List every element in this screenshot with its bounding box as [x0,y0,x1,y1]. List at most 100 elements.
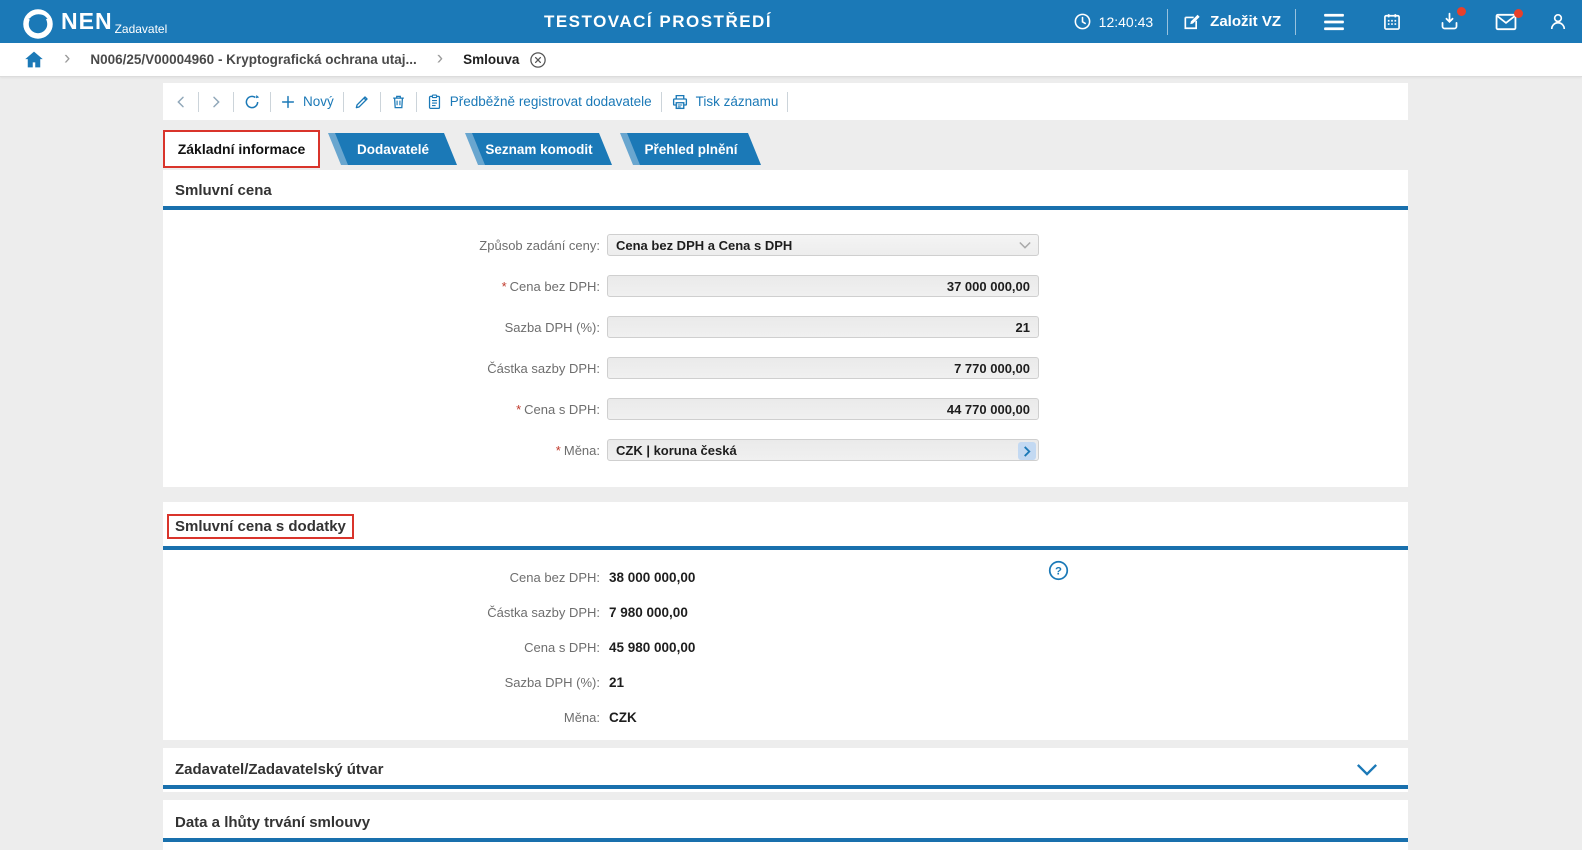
expand-section-button[interactable] [1356,763,1378,776]
register-supplier-button[interactable]: Předběžně registrovat dodavatele [426,93,652,111]
new-record-button[interactable]: Nový [280,94,334,110]
divider [198,92,199,112]
menu-button[interactable] [1323,13,1345,31]
edit-button[interactable] [353,93,371,111]
home-icon [24,50,44,69]
field-label: Cena bez DPH: [510,279,600,294]
field-value: CZK [609,710,637,725]
chevron-right-icon [1023,446,1031,457]
field-label: Způsob zadání ceny: [479,238,600,253]
field-cena-s-dph: *Cena s DPH: 44 770 000,00 [163,398,1408,420]
divider [1295,9,1296,35]
trash-icon [390,93,407,111]
download-icon [1439,11,1460,32]
section-title: Data a lhůty trvání smlouvy [175,814,370,831]
section-title: Zadavatel/Zadavatelský útvar [175,761,383,778]
calendar-button[interactable] [1382,12,1402,32]
refresh-button[interactable] [243,93,261,111]
chevron-right-icon: › [64,49,70,71]
nen-logo-icon [22,8,54,40]
chevron-right-icon [208,94,224,110]
section-data-lhuty: Data a lhůty trvání smlouvy [163,800,1408,850]
field-value: 7 980 000,00 [609,605,688,620]
clock-icon [1073,12,1092,31]
nav-back-button[interactable] [173,94,189,110]
pencil-icon [353,93,371,111]
tab-prehled-plneni[interactable]: Přehled plnění [627,133,761,165]
person-icon [1548,11,1568,32]
svg-text:?: ? [1055,565,1062,577]
clipboard-icon [426,93,443,111]
section-underline [163,785,1408,789]
breadcrumb: › N006/25/V00004960 - Kryptografická och… [0,43,1582,77]
hamburger-icon [1323,13,1345,31]
profile-button[interactable] [1548,11,1568,32]
chevron-down-icon [1356,763,1378,776]
field-label: Cena bez DPH: [163,570,600,585]
section-title: Smluvní cena [175,182,272,199]
divider [661,92,662,112]
field-cena-bez-dph: *Cena bez DPH: 37 000 000,00 [163,275,1408,297]
chevron-left-icon [173,94,189,110]
printer-icon [671,93,689,111]
section-title: Smluvní cena s dodatky [167,514,354,539]
divider [233,92,234,112]
field-value: 45 980 000,00 [609,640,695,655]
chevron-down-icon [1019,241,1031,250]
readonly-row: Měna: CZK [163,708,1408,726]
zpusob-zadani-ceny-select[interactable]: Cena bez DPH a Cena s DPH [607,234,1039,256]
castka-sazby-dph-input[interactable]: 7 770 000,00 [607,357,1039,379]
field-label: Cena s DPH: [524,402,600,417]
nen-logo[interactable]: NEN Zadavatel [22,4,167,40]
plus-icon [280,94,296,110]
top-app-bar: NEN Zadavatel TESTOVACÍ PROSTŘEDÍ 12:40:… [0,0,1582,43]
sazba-dph-input[interactable]: 21 [607,316,1039,338]
close-circle-icon [529,51,547,69]
divider [343,92,344,112]
readonly-row: Sazba DPH (%): 21 [163,673,1408,691]
cena-s-dph-input[interactable]: 44 770 000,00 [607,398,1039,420]
readonly-row: Částka sazby DPH: 7 980 000,00 [163,603,1408,621]
compose-icon [1182,12,1202,32]
tab-dodavatele[interactable]: Dodavatelé [335,133,457,165]
home-button[interactable] [24,50,44,69]
downloads-button[interactable] [1439,11,1460,32]
tab-zakladni-informace[interactable]: Základní informace [163,130,320,168]
print-button[interactable]: Tisk záznamu [671,93,779,111]
section-smluvni-cena: Smluvní cena Způsob zadání ceny: Cena be… [163,170,1408,487]
field-zpusob-zadani-ceny: Způsob zadání ceny: Cena bez DPH a Cena … [163,234,1408,256]
logo-text: NEN [61,8,113,35]
nav-forward-button[interactable] [208,94,224,110]
section-smluvni-cena-s-dodatky: Smluvní cena s dodatky ? Cena bez DPH: 3… [163,502,1408,740]
close-tab-button[interactable] [529,51,547,69]
environment-title: TESTOVACÍ PROSTŘEDÍ [544,0,772,43]
section-zadavatel: Zadavatel/Zadavatelský útvar [163,748,1408,792]
field-value: 38 000 000,00 [609,570,695,585]
create-vz-button[interactable]: Založit VZ [1182,12,1281,32]
field-castka-sazby-dph: Částka sazby DPH: 7 770 000,00 [163,357,1408,379]
help-button[interactable]: ? [1048,560,1069,581]
divider [416,92,417,112]
refresh-icon [243,93,261,111]
divider [1167,9,1168,35]
breadcrumb-item-smlouva[interactable]: Smlouva [463,52,519,67]
mena-lookup-button[interactable] [1018,442,1036,460]
chevron-right-icon: › [437,49,443,71]
cena-bez-dph-input[interactable]: 37 000 000,00 [607,275,1039,297]
readonly-row: Cena bez DPH: 38 000 000,00 [163,568,1408,586]
time-value: 12:40:43 [1099,14,1154,30]
mena-lookup-field[interactable]: CZK | koruna česká [607,439,1039,461]
breadcrumb-item-contract[interactable]: N006/25/V00004960 - Kryptografická ochra… [90,52,416,67]
field-sazba-dph: Sazba DPH (%): 21 [163,316,1408,338]
field-label: Měna: [163,710,600,725]
delete-button[interactable] [390,93,407,111]
section-underline [163,838,1408,842]
messages-button[interactable] [1495,13,1517,31]
readonly-row: Cena s DPH: 45 980 000,00 [163,638,1408,656]
notification-badge [1514,9,1523,18]
tab-seznam-komodit[interactable]: Seznam komodit [472,133,612,165]
record-toolbar: Nový Předběžně registrovat dodavatele Ti… [163,83,1408,120]
field-label: Částka sazby DPH: [163,605,600,620]
divider [270,92,271,112]
divider [380,92,381,112]
